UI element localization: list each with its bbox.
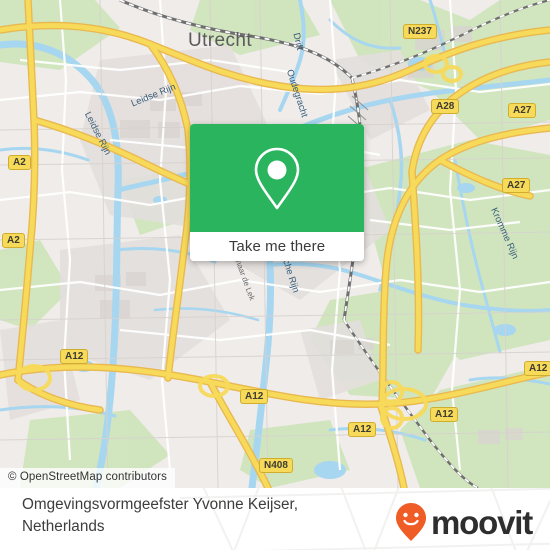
road-shield: A27 bbox=[508, 103, 537, 118]
road-shield: A12 bbox=[240, 389, 269, 404]
moovit-logo[interactable]: moovit bbox=[394, 502, 533, 542]
map-result-page: Utrecht Leidse Rijn Leidse Rijn Kromme R… bbox=[0, 0, 550, 550]
page-footer: Omgevingsvormgeefster Yvonne Keijser, Ne… bbox=[0, 488, 550, 550]
road-shield: A12 bbox=[430, 407, 459, 422]
road-shield: A12 bbox=[60, 349, 89, 364]
road-shield: N237 bbox=[403, 24, 437, 39]
road-shield: A28 bbox=[431, 99, 460, 114]
moovit-wordmark: moovit bbox=[431, 503, 533, 541]
map-pin-icon bbox=[254, 147, 300, 210]
road-shield: A2 bbox=[2, 233, 25, 248]
map-attribution[interactable]: © OpenStreetMap contributors bbox=[0, 468, 175, 488]
place-title: Omgevingsvormgeefster Yvonne Keijser, Ne… bbox=[22, 496, 299, 535]
road-shield: N408 bbox=[259, 458, 293, 473]
road-shield: A12 bbox=[524, 361, 550, 376]
card-pin-area bbox=[190, 124, 364, 232]
road-shield: A27 bbox=[502, 178, 531, 193]
road-shield: A12 bbox=[348, 422, 377, 437]
road-shield: A2 bbox=[8, 155, 31, 170]
take-me-there-card[interactable]: Take me there bbox=[190, 124, 364, 261]
moovit-pin-smiley-icon bbox=[396, 503, 427, 541]
take-me-there-button[interactable]: Take me there bbox=[190, 232, 364, 261]
